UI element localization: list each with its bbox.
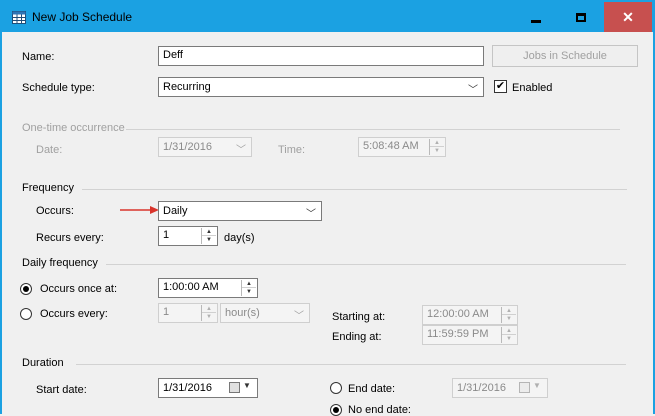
- occurs-once-time-value: 1:00:00 AM: [163, 281, 219, 293]
- spin-down-icon[interactable]: ▼: [202, 313, 216, 321]
- calendar-icon: [519, 382, 530, 393]
- occurs-every-radio[interactable]: [20, 308, 32, 320]
- starting-at-spinner[interactable]: ▲ ▼: [501, 307, 516, 323]
- end-date-label: End date:: [348, 383, 396, 395]
- occurs-once-spinner[interactable]: ▲ ▼: [241, 280, 256, 296]
- end-date-picker[interactable]: 1/31/2016 ▼: [452, 378, 548, 398]
- enabled-label: Enabled: [512, 82, 553, 94]
- one-time-date-value: 1/31/2016: [163, 141, 212, 153]
- chevron-down-icon: ﹀: [306, 209, 316, 220]
- chevron-down-icon: ﹀: [294, 311, 304, 322]
- spin-up-icon[interactable]: ▲: [430, 139, 444, 147]
- close-button[interactable]: ✕: [604, 2, 652, 32]
- spin-up-icon[interactable]: ▲: [502, 307, 516, 315]
- occurs-every-value: 1: [163, 306, 170, 318]
- name-label: Name:: [22, 51, 55, 63]
- ending-at-spinner[interactable]: ▲ ▼: [501, 327, 516, 343]
- calendar-icon: [229, 382, 240, 393]
- spin-up-icon[interactable]: ▲: [202, 305, 216, 313]
- group-divider: [76, 364, 626, 365]
- enabled-checkbox[interactable]: ✔: [494, 80, 507, 93]
- daily-frequency-heading: Daily frequency: [22, 257, 98, 269]
- end-date-value: 1/31/2016: [457, 382, 506, 394]
- title-bar[interactable]: New Job Schedule ✕: [2, 2, 653, 32]
- minimize-icon: [531, 19, 541, 23]
- recurs-every-value: 1: [163, 229, 170, 241]
- annotation-arrow-icon: [120, 206, 159, 214]
- spin-up-icon[interactable]: ▲: [242, 280, 256, 288]
- new-job-schedule-dialog: New Job Schedule ✕ Name: Deff Jobs in Sc…: [0, 0, 655, 416]
- dropdown-arrow-icon: ▼: [533, 381, 541, 390]
- spin-up-icon[interactable]: ▲: [202, 228, 216, 236]
- starting-at-value: 12:00:00 AM: [427, 308, 489, 320]
- starting-at-input[interactable]: 12:00:00 AM ▲ ▼: [422, 305, 518, 325]
- checkmark-icon: ✔: [495, 80, 506, 92]
- end-date-radio[interactable]: [330, 382, 342, 394]
- schedule-type-select[interactable]: Recurring ﹀: [158, 77, 484, 97]
- no-end-date-radio[interactable]: [330, 404, 342, 416]
- spin-down-icon[interactable]: ▼: [242, 288, 256, 296]
- schedule-type-label: Schedule type:: [22, 82, 95, 94]
- spin-down-icon[interactable]: ▼: [202, 236, 216, 244]
- dropdown-arrow-icon: ▼: [243, 381, 251, 390]
- start-date-picker[interactable]: 1/31/2016 ▼: [158, 378, 258, 398]
- maximize-button[interactable]: [559, 2, 603, 32]
- ending-at-input[interactable]: 11:59:59 PM ▲ ▼: [422, 325, 518, 345]
- occurs-every-spinner[interactable]: ▲ ▼: [201, 305, 216, 321]
- recurs-spinner[interactable]: ▲ ▼: [201, 228, 216, 244]
- chevron-down-icon: ﹀: [468, 85, 478, 96]
- occurs-every-unit-value: hour(s): [225, 307, 260, 319]
- occurs-label: Occurs:: [36, 205, 74, 217]
- one-time-time-value: 5:08:48 AM: [363, 140, 419, 152]
- starting-at-label: Starting at:: [332, 311, 386, 323]
- minimize-button[interactable]: [514, 2, 558, 32]
- chevron-down-icon: ﹀: [236, 145, 246, 156]
- no-end-date-label: No end date:: [348, 404, 411, 416]
- group-divider: [106, 264, 626, 265]
- one-time-date-picker[interactable]: 1/31/2016 ﹀: [158, 137, 252, 157]
- spin-down-icon[interactable]: ▼: [502, 335, 516, 343]
- occurs-every-label: Occurs every:: [40, 308, 108, 320]
- occurs-select[interactable]: Daily ﹀: [158, 201, 322, 221]
- group-divider: [82, 189, 627, 190]
- name-input[interactable]: Deff: [158, 46, 484, 66]
- frequency-heading: Frequency: [22, 182, 74, 194]
- jobs-in-schedule-button[interactable]: Jobs in Schedule: [492, 45, 638, 67]
- one-time-heading: One-time occurrence: [22, 122, 125, 134]
- recurs-every-label: Recurs every:: [36, 232, 104, 244]
- occurs-once-label: Occurs once at:: [40, 283, 118, 295]
- spin-up-icon[interactable]: ▲: [502, 327, 516, 335]
- maximize-icon: [576, 12, 586, 22]
- one-time-time-input[interactable]: 5:08:48 AM ▲ ▼: [358, 137, 446, 157]
- time-spinner[interactable]: ▲ ▼: [429, 139, 444, 155]
- occurs-value: Daily: [163, 205, 188, 217]
- recurs-every-input[interactable]: 1 ▲ ▼: [158, 226, 218, 246]
- start-date-label: Start date:: [36, 384, 87, 396]
- window-title: New Job Schedule: [32, 10, 133, 24]
- occurs-every-input[interactable]: 1 ▲ ▼: [158, 303, 218, 323]
- spin-down-icon[interactable]: ▼: [430, 147, 444, 155]
- ending-at-value: 11:59:59 PM: [427, 328, 489, 340]
- group-divider: [126, 129, 620, 130]
- close-icon: ✕: [622, 8, 634, 25]
- schedule-type-value: Recurring: [163, 81, 211, 93]
- ending-at-label: Ending at:: [332, 331, 382, 343]
- table-icon: [12, 11, 26, 24]
- one-time-date-label: Date:: [36, 144, 63, 156]
- duration-heading: Duration: [22, 357, 64, 369]
- recurs-unit-label: day(s): [224, 232, 255, 244]
- start-date-value: 1/31/2016: [163, 382, 212, 394]
- one-time-time-label: Time:: [278, 144, 306, 156]
- occurs-once-radio[interactable]: [20, 283, 32, 295]
- occurs-once-time-input[interactable]: 1:00:00 AM ▲ ▼: [158, 278, 258, 298]
- occurs-every-unit-select[interactable]: hour(s) ﹀: [220, 303, 310, 323]
- spin-down-icon[interactable]: ▼: [502, 315, 516, 323]
